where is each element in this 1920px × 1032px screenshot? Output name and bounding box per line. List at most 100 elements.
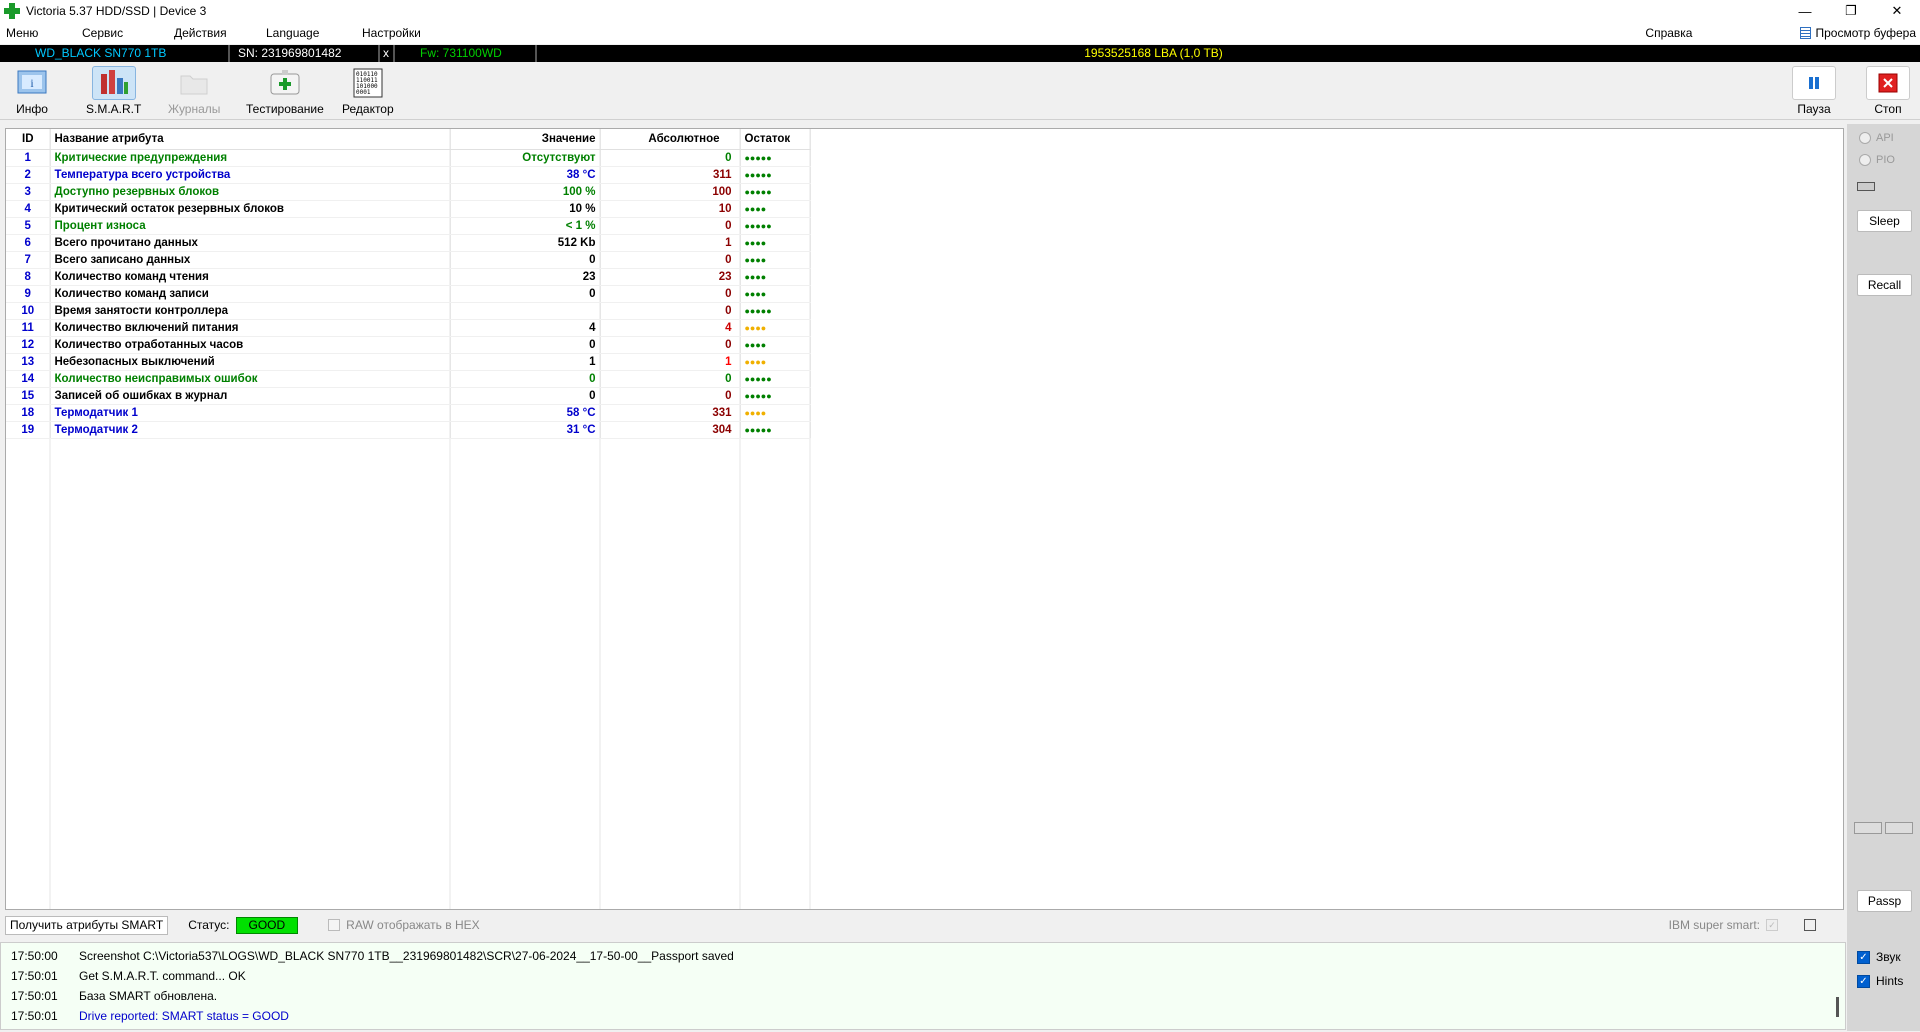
menu-item-menu[interactable]: Меню <box>0 26 82 40</box>
table-row[interactable]: 14 Количество неисправимых ошибок 0 0 ●●●●● <box>6 370 811 388</box>
col-header-remain[interactable]: Остаток <box>740 129 811 150</box>
close-button[interactable]: ✕ <box>1874 0 1920 22</box>
table-row[interactable]: 1 Критические предупреждения Отсутствуют 0 ●… <box>6 149 811 167</box>
table-row[interactable]: 8 Количество команд чтения 23 23 ●●●● <box>6 268 811 286</box>
menu-item-language[interactable]: Language <box>266 26 362 40</box>
folder-icon <box>172 66 216 100</box>
stop-icon <box>1866 66 1910 100</box>
cell-value: < 1 % <box>450 217 601 235</box>
log-time: 17:50:01 <box>11 1009 58 1023</box>
cell-remain: ●●●● <box>740 234 811 252</box>
get-smart-button[interactable]: Получить атрибуты SMART <box>5 915 169 935</box>
cell-remain: ●●●●● <box>740 302 811 320</box>
table-row[interactable]: 2 Температура всего устройства 38 °C 311 ●●●… <box>6 166 811 184</box>
cell-absolute: 331 <box>600 404 741 422</box>
testing-button[interactable]: Тестирование <box>246 66 324 116</box>
table-row[interactable]: 5 Процент износа < 1 % 0 ●●●●● <box>6 217 811 235</box>
raw-hex-checkbox[interactable] <box>328 919 341 931</box>
extra-checkbox[interactable] <box>1804 919 1816 931</box>
col-header-id[interactable]: ID <box>6 129 51 150</box>
device-clear-button[interactable]: x <box>380 45 395 62</box>
log-message: Get S.M.A.R.T. command... OK <box>79 969 246 983</box>
table-row[interactable]: 4 Критический остаток резервных блоков 10 … <box>6 200 811 218</box>
api-radio[interactable]: API <box>1859 132 1894 144</box>
smart-button[interactable]: S.M.A.R.T <box>86 66 141 116</box>
hints-checkbox[interactable]: ✓ Hints <box>1857 974 1903 988</box>
col-header-absolute[interactable]: Абсолютное <box>600 129 741 150</box>
menu-item-help[interactable]: Справка <box>1645 26 1692 40</box>
col-header-value[interactable]: Значение <box>450 129 601 150</box>
cell-absolute: 0 <box>600 285 741 303</box>
pause-label: Пауза <box>1797 102 1831 116</box>
stop-label: Стоп <box>1874 102 1902 116</box>
journals-button[interactable]: Журналы <box>168 66 220 116</box>
log-scrollbar[interactable] <box>1836 997 1839 1017</box>
cell-value: 512 Kb <box>450 234 601 252</box>
cell-absolute: 0 <box>600 217 741 235</box>
cell-absolute: 100 <box>600 183 741 201</box>
small-button-left[interactable] <box>1854 822 1882 834</box>
small-indicator-button[interactable] <box>1857 182 1875 191</box>
cell-name: Количество команд чтения <box>50 268 451 286</box>
menu-item-settings[interactable]: Настройки <box>362 26 429 40</box>
stop-button[interactable]: Стоп <box>1866 66 1910 116</box>
table-row[interactable]: 3 Доступно резервных блоков 100 % 100 ●●●●● <box>6 183 811 201</box>
sound-checkbox[interactable]: ✓ Звук <box>1857 950 1901 964</box>
cell-absolute: 23 <box>600 268 741 286</box>
pause-button[interactable]: Пауза <box>1792 66 1836 116</box>
table-row[interactable]: 7 Всего записано данных 0 0 ●●●● <box>6 251 811 269</box>
cell-name: Количество отработанных часов <box>50 336 451 354</box>
smart-chart-icon <box>91 66 136 100</box>
cell-id: 4 <box>6 200 51 218</box>
table-row[interactable]: 11 Количество включений питания 4 4 ●●●● <box>6 319 811 337</box>
cell-value: Отсутствуют <box>450 149 601 167</box>
passp-button[interactable]: Passp <box>1857 890 1912 912</box>
cell-value: 23 <box>450 268 601 286</box>
smart-table-body: 1 Критические предупреждения Отсутствуют 0 ●… <box>6 149 811 439</box>
pio-radio[interactable]: PIO <box>1859 154 1895 166</box>
first-aid-icon <box>263 66 307 100</box>
table-row[interactable]: 9 Количество команд записи 0 0 ●●●● <box>6 285 811 303</box>
api-radio-circle <box>1859 132 1871 144</box>
cell-absolute: 0 <box>600 387 741 405</box>
smart-label: S.M.A.R.T <box>86 102 142 116</box>
cell-id: 18 <box>6 404 51 422</box>
menu-item-service[interactable]: Сервис <box>82 26 174 40</box>
menu-item-actions[interactable]: Действия <box>174 26 266 40</box>
menu-item-buffer-view[interactable]: Просмотр буфера <box>1815 26 1916 40</box>
cell-value: 10 % <box>450 200 601 218</box>
maximize-button[interactable]: ❐ <box>1828 0 1874 22</box>
cell-absolute: 0 <box>600 302 741 320</box>
editor-button[interactable]: 010110 110011 101000 0001 Редактор <box>342 66 394 116</box>
device-info-bar: WD_BLACK SN770 1TB SN: 231969801482 x Fw… <box>0 45 1920 62</box>
table-row[interactable]: 6 Всего прочитано данных 512 Kb 1 ●●●● <box>6 234 811 252</box>
small-button-right[interactable] <box>1885 822 1913 834</box>
table-row[interactable]: 19 Термодатчик 2 31 °C 304 ●●●●● <box>6 421 811 439</box>
cell-value: 0 <box>450 251 601 269</box>
minimize-button[interactable]: — <box>1782 0 1828 22</box>
table-row[interactable]: 12 Количество отработанных часов 0 0 ●●●● <box>6 336 811 354</box>
ibm-super-smart-checkbox[interactable]: ✓ <box>1766 919 1778 931</box>
cell-id: 7 <box>6 251 51 269</box>
editor-label: Редактор <box>342 102 394 116</box>
cell-remain: ●●●● <box>740 336 811 354</box>
cell-id: 6 <box>6 234 51 252</box>
cell-remain: ●●●●● <box>740 421 811 439</box>
table-row[interactable]: 15 Записей об ошибках в журнал 0 0 ●●●●● <box>6 387 811 405</box>
table-row[interactable]: 18 Термодатчик 1 58 °C 331 ●●●● <box>6 404 811 422</box>
sleep-button[interactable]: Sleep <box>1857 210 1912 232</box>
col-header-name[interactable]: Название атрибута <box>50 129 451 150</box>
cell-id: 12 <box>6 336 51 354</box>
recall-button[interactable]: Recall <box>1857 274 1912 296</box>
cell-value: 31 °C <box>450 421 601 439</box>
table-row[interactable]: 10 Время занятости контроллера 0 ●●●●● <box>6 302 811 320</box>
pio-label: PIO <box>1876 154 1895 166</box>
info-button[interactable]: i Инфо <box>10 66 54 116</box>
status-label: Статус: <box>188 918 230 932</box>
raw-hex-label: RAW отображать в HEX <box>346 918 480 932</box>
right-panel: API PIO Sleep Recall Passp ✓ Звук ✓ Hints <box>1847 124 1920 1031</box>
cell-value: 38 °C <box>450 166 601 184</box>
cell-id: 19 <box>6 421 51 439</box>
cell-remain: ●●●●● <box>740 149 811 167</box>
table-row[interactable]: 13 Небезопасных выключений 1 1 ●●●● <box>6 353 811 371</box>
